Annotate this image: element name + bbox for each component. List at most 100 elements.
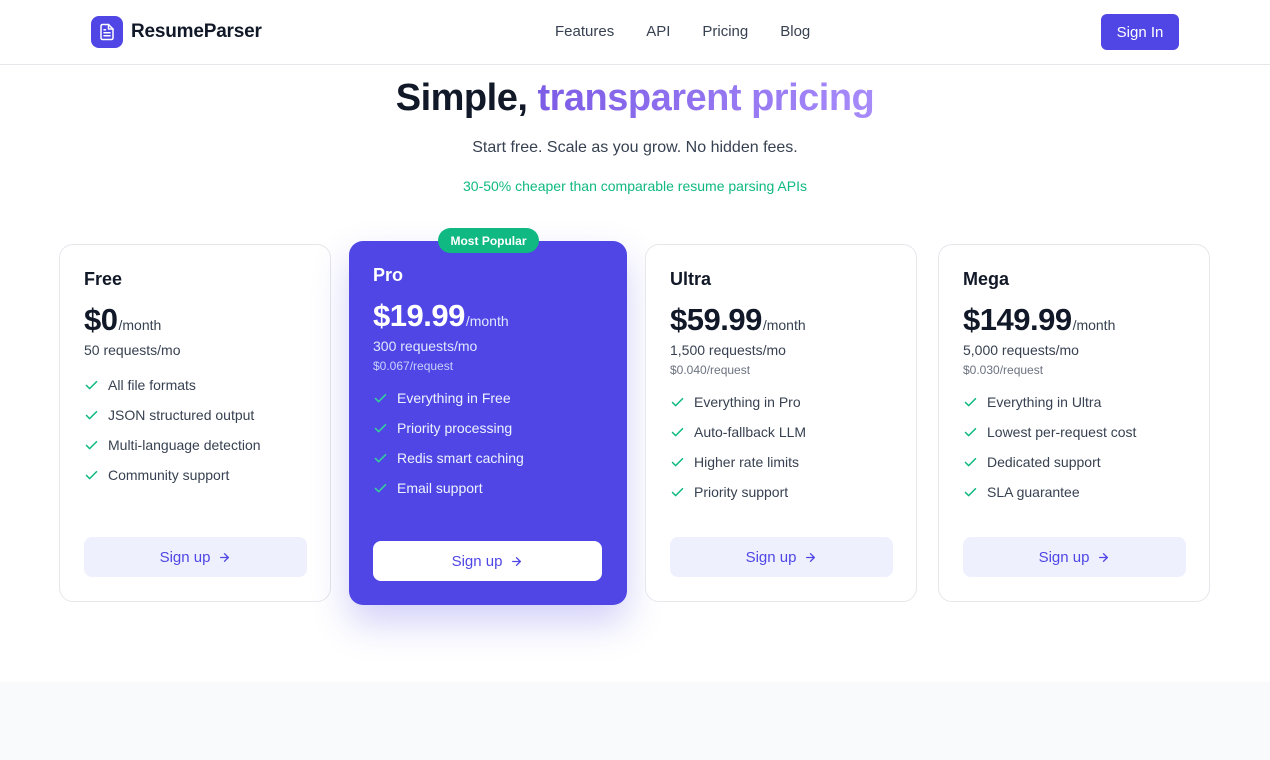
feature-item: Dedicated support (963, 447, 1185, 477)
feature-item: SLA guarantee (963, 477, 1185, 507)
billing-period: /month (1072, 317, 1116, 333)
check-icon (85, 380, 98, 389)
feature-item: Priority support (670, 477, 892, 507)
signup-label: Sign up (745, 548, 797, 566)
feature-label: Everything in Free (397, 390, 511, 406)
check-icon (85, 470, 98, 479)
per-request-cost: $0.040/request (670, 363, 751, 377)
feature-label: SLA guarantee (987, 484, 1080, 500)
feature-label: Everything in Ultra (987, 394, 1102, 410)
document-icon (91, 16, 123, 48)
feature-list: All file formats JSON structured output … (84, 370, 306, 490)
feature-item: Lowest per-request cost (963, 417, 1185, 447)
feature-list: Everything in Pro Auto-fallback LLM High… (670, 387, 892, 507)
signup-label: Sign up (159, 548, 211, 566)
feature-label: Email support (397, 480, 483, 496)
request-quota: 5,000 requests/mo (963, 342, 1079, 358)
feature-item: Priority processing (373, 413, 603, 443)
feature-item: Email support (373, 473, 603, 503)
feature-label: Lowest per-request cost (987, 424, 1137, 440)
nav-link-api[interactable]: API (646, 23, 670, 40)
check-icon (964, 487, 977, 496)
feature-item: All file formats (84, 370, 306, 400)
arrow-right-icon (1099, 552, 1109, 562)
feature-label: Dedicated support (987, 454, 1101, 470)
page-subtitle: Start free. Scale as you grow. No hidden… (472, 139, 798, 156)
check-icon (374, 453, 387, 462)
nav-link-blog[interactable]: Blog (780, 23, 810, 40)
check-icon (85, 440, 98, 449)
feature-label: JSON structured output (108, 407, 255, 423)
plan-name: Mega (963, 269, 1010, 289)
arrow-right-icon (512, 556, 522, 566)
feature-item: JSON structured output (84, 400, 306, 430)
plan-card-free: Free $0 /month 50 requests/mo All file f… (59, 244, 331, 602)
arrow-right-icon (220, 552, 230, 562)
plan-card-ultra: Ultra $59.99 /month 1,500 requests/mo $0… (645, 244, 917, 602)
nav-link-features[interactable]: Features (555, 23, 614, 40)
check-icon (964, 397, 977, 406)
signup-button-mega[interactable]: Sign up (963, 537, 1186, 577)
request-quota: 300 requests/mo (373, 338, 478, 354)
arrow-right-icon (806, 552, 816, 562)
feature-label: Auto-fallback LLM (694, 424, 807, 440)
plan-card-mega: Mega $149.99 /month 5,000 requests/mo $0… (938, 244, 1210, 602)
title-plain: Simple, (395, 77, 528, 119)
signup-label: Sign up (1038, 548, 1090, 566)
plan-price: $19.99 (373, 298, 465, 333)
price-row: $0 /month (84, 302, 306, 338)
feature-item: Everything in Free (373, 383, 603, 413)
check-icon (671, 487, 684, 496)
feature-label: Priority support (694, 484, 789, 500)
plan-card-pro: Pro $19.99 /month 300 requests/mo $0.067… (349, 241, 627, 605)
plan-name: Pro (373, 265, 404, 285)
check-icon (374, 483, 387, 492)
check-icon (85, 410, 98, 419)
feature-label: Community support (108, 467, 230, 483)
plan-name: Free (84, 269, 123, 289)
feature-label: Higher rate limits (694, 454, 800, 470)
per-request-cost: $0.030/request (963, 363, 1044, 377)
price-row: $59.99 /month (670, 302, 892, 338)
price-row: $149.99 /month (963, 302, 1185, 338)
feature-item: Community support (84, 460, 306, 490)
next-section-background (0, 682, 1270, 760)
feature-item: Everything in Pro (670, 387, 892, 417)
billing-period: /month (118, 317, 162, 333)
check-icon (671, 427, 684, 436)
feature-list: Everything in Free Priority processing R… (373, 383, 603, 503)
plan-price: $0 (84, 302, 118, 337)
check-icon (374, 393, 387, 402)
feature-label: Redis smart caching (397, 450, 524, 466)
signup-button-ultra[interactable]: Sign up (670, 537, 893, 577)
feature-item: Multi-language detection (84, 430, 306, 460)
feature-item: Higher rate limits (670, 447, 892, 477)
price-row: $19.99 /month (373, 298, 603, 334)
top-navbar: ResumeParser Features API Pricing Blog S… (0, 0, 1270, 65)
plan-price: $149.99 (963, 302, 1072, 337)
request-quota: 50 requests/mo (84, 342, 181, 358)
feature-item: Everything in Ultra (963, 387, 1185, 417)
feature-label: Multi-language detection (108, 437, 261, 453)
feature-label: Priority processing (397, 420, 513, 436)
plan-price: $59.99 (670, 302, 762, 337)
nav-link-pricing[interactable]: Pricing (702, 23, 748, 40)
brand-name: ResumeParser (131, 21, 262, 42)
request-quota: 1,500 requests/mo (670, 342, 786, 358)
feature-list: Everything in Ultra Lowest per-request c… (963, 387, 1185, 507)
brand-logo-link[interactable]: ResumeParser (91, 16, 262, 48)
title-accent: transparent pricing (537, 77, 875, 119)
check-icon (671, 397, 684, 406)
savings-note: 30-50% cheaper than comparable resume pa… (463, 178, 807, 194)
check-icon (964, 457, 977, 466)
main-nav: Features API Pricing Blog (555, 23, 810, 40)
check-icon (671, 457, 684, 466)
feature-item: Auto-fallback LLM (670, 417, 892, 447)
feature-item: Redis smart caching (373, 443, 603, 473)
page-title: Simple, transparent pricing (0, 77, 1270, 120)
plan-name: Ultra (670, 269, 712, 289)
signup-button-free[interactable]: Sign up (84, 537, 307, 577)
signup-button-pro[interactable]: Sign up (373, 541, 602, 581)
check-icon (964, 427, 977, 436)
sign-in-button[interactable]: Sign In (1101, 14, 1179, 50)
